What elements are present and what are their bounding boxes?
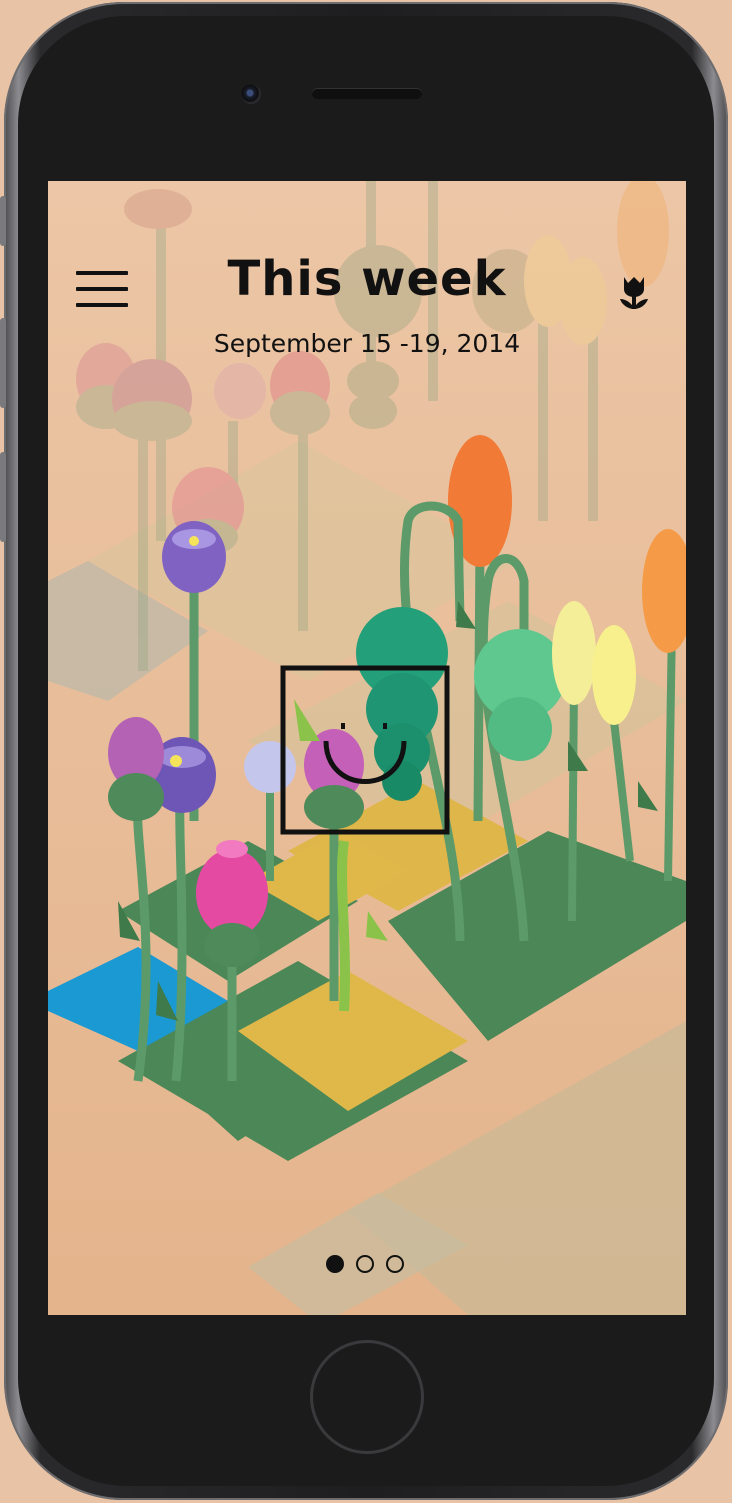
tulip-flower-icon[interactable] bbox=[616, 273, 652, 313]
front-camera bbox=[241, 84, 261, 104]
lime-sprout-stem bbox=[337, 840, 350, 1012]
page-indicator bbox=[322, 1255, 412, 1277]
page-title: This week bbox=[227, 251, 507, 307]
smiley-face-icon[interactable] bbox=[280, 665, 450, 835]
home-button[interactable] bbox=[310, 1340, 424, 1454]
yellow-flower-head bbox=[592, 625, 636, 725]
earpiece-speaker bbox=[312, 88, 422, 99]
page-dot-1[interactable] bbox=[326, 1255, 344, 1273]
flower-sepal bbox=[204, 923, 260, 967]
purple-flower-center bbox=[170, 755, 182, 767]
date-range: September 15 -19, 2014 bbox=[213, 329, 521, 358]
orange-flower-stem bbox=[664, 620, 676, 882]
yellow-flower-head bbox=[552, 601, 596, 705]
volume-down-button bbox=[0, 452, 6, 542]
mute-switch bbox=[0, 196, 6, 246]
purple-flower-top bbox=[158, 746, 206, 768]
pink-flower-top bbox=[216, 840, 248, 858]
volume-up-button bbox=[0, 318, 6, 408]
green-flower-bud bbox=[488, 697, 552, 761]
purple-flower-center bbox=[189, 536, 199, 546]
page-dot-2[interactable] bbox=[356, 1255, 374, 1273]
flower-sepal bbox=[108, 773, 164, 821]
yellow-flower-stem bbox=[568, 680, 578, 922]
page-dot-3[interactable] bbox=[386, 1255, 404, 1273]
app-screen: This week September 15 -19, 2014 bbox=[48, 181, 686, 1315]
